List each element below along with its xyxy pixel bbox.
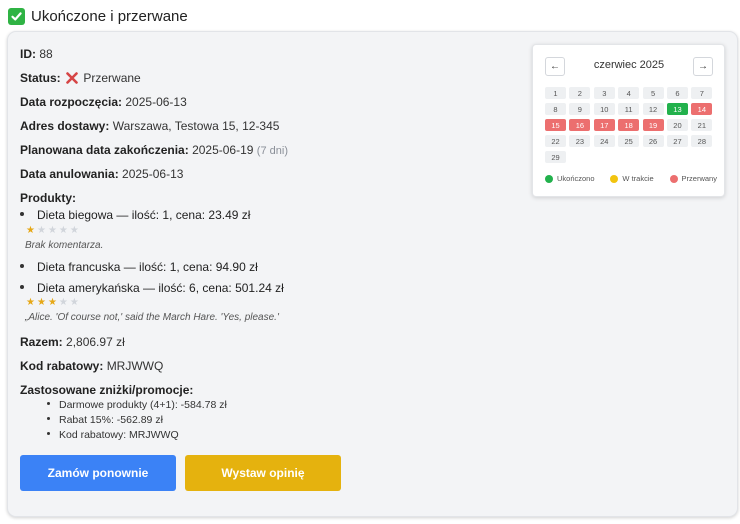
calendar-legend: Ukończono W trakcie Przerwany <box>545 174 717 183</box>
calendar-day[interactable]: 12 <box>642 103 664 115</box>
order-cancel-date: Data anulowania: 2025-06-13 <box>20 167 184 181</box>
star-icon: ★ <box>47 225 59 236</box>
calendar-day[interactable]: 14 <box>691 103 713 115</box>
star-icon: ★ <box>58 225 70 236</box>
calendar-day[interactable]: 11 <box>618 103 640 115</box>
star-icon: ★ <box>36 297 48 308</box>
legend-label: W trakcie <box>622 174 654 183</box>
calendar-day[interactable]: 26 <box>642 135 664 147</box>
calendar-prev-button[interactable]: ← <box>545 57 565 76</box>
star-icon: ★ <box>69 297 81 308</box>
section-title: Ukończone i przerwane <box>31 7 188 25</box>
star-icon: ★ <box>58 297 70 308</box>
calendar-day[interactable]: 27 <box>666 135 688 147</box>
legend-dot-icon <box>610 174 619 183</box>
checkmark-icon <box>8 7 25 25</box>
calendar-day[interactable]: 1 <box>545 87 566 99</box>
legend-item: W trakcie <box>610 174 654 183</box>
calendar-day[interactable]: 18 <box>618 119 640 131</box>
product-item: Dieta amerykańska — ilość: 6, cena: 501.… <box>20 281 284 296</box>
calendar-day[interactable]: 4 <box>618 87 640 99</box>
product-item: Dieta francuska — ilość: 1, cena: 94.90 … <box>20 260 258 275</box>
discounts-heading: Zastosowane zniżki/promocje: <box>20 383 194 397</box>
order-start-date: Data rozpoczęcia: 2025-06-13 <box>20 95 187 109</box>
calendar-day[interactable]: 16 <box>569 119 591 131</box>
calendar-next-button[interactable]: → <box>693 57 713 76</box>
product-rating: ★★★★★ <box>26 298 81 308</box>
legend-item: Ukończono <box>545 174 595 183</box>
calendar-day[interactable]: 29 <box>545 151 566 163</box>
legend-dot-icon <box>669 174 678 183</box>
legend-label: Przerwany <box>681 174 717 183</box>
star-icon: ★ <box>26 225 37 236</box>
calendar-day[interactable]: 6 <box>666 87 688 99</box>
products-heading: Produkty: <box>20 191 77 205</box>
calendar-day[interactable]: 23 <box>569 135 591 147</box>
legend-label: Ukończono <box>557 174 595 183</box>
status-value: Przerwane <box>83 71 141 85</box>
star-icon: ★ <box>26 297 37 308</box>
star-icon: ★ <box>47 297 59 308</box>
product-comment: „Alice. 'Of course not,' said the March … <box>25 312 279 323</box>
calendar-day[interactable]: 3 <box>593 87 615 99</box>
legend-item: Przerwany <box>669 174 717 183</box>
star-icon: ★ <box>36 225 48 236</box>
calendar-day[interactable]: 25 <box>618 135 640 147</box>
discount-item: Darmowe produkty (4+1): -584.78 zł <box>47 399 227 412</box>
star-icon: ★ <box>69 225 81 236</box>
calendar-day[interactable]: 19 <box>642 119 664 131</box>
order-address: Adres dostawy: Warszawa, Testowa 15, 12-… <box>20 119 280 133</box>
product-item: Dieta biegowa — ilość: 1, cena: 23.49 zł <box>20 208 250 223</box>
calendar-day[interactable]: 8 <box>545 103 566 115</box>
order-status: Status: Przerwane <box>20 71 141 88</box>
calendar-day[interactable]: 13 <box>666 103 688 115</box>
order-id: ID: 88 <box>20 47 53 61</box>
calendar-title: czerwiec 2025 <box>593 59 665 71</box>
reorder-button[interactable]: Zamów ponownie <box>20 455 176 491</box>
review-button[interactable]: Wystaw opinię <box>185 455 341 491</box>
planned-days: (7 dni) <box>256 145 288 157</box>
calendar-day[interactable]: 21 <box>691 119 713 131</box>
calendar-day[interactable]: 5 <box>642 87 664 99</box>
product-rating: ★★★★★ <box>26 226 81 236</box>
calendar-day[interactable]: 22 <box>545 135 566 147</box>
calendar-day[interactable]: 17 <box>593 119 615 131</box>
calendar-day[interactable]: 28 <box>691 135 713 147</box>
calendar-grid: 1 2 3 4 5 6 7 8 9 10 11 12 13 14 15 16 17 18 19 20 21 22 23 24 2… <box>545 87 713 163</box>
calendar-day[interactable]: 2 <box>569 87 591 99</box>
calendar: ← czerwiec 2025 → 1 2 3 4 5 6 7 8 9 10 11 12 13 14 15 1… <box>532 44 725 197</box>
section-header: Ukończone i przerwane <box>8 5 188 27</box>
calendar-day[interactable]: 9 <box>569 103 591 115</box>
calendar-day[interactable]: 20 <box>666 119 688 131</box>
calendar-day[interactable]: 15 <box>545 119 566 131</box>
order-card: ID: 88 Status: Przerwane Data rozpoczęci… <box>7 31 738 517</box>
order-discount-code: Kod rabatowy: MRJWWQ <box>20 359 164 373</box>
calendar-day[interactable]: 7 <box>691 87 713 99</box>
page: Ukończone i przerwane ID: 88 Status: Prz… <box>0 0 740 524</box>
calendar-day[interactable]: 24 <box>593 135 615 147</box>
discount-item: Rabat 15%: -562.89 zł <box>47 414 163 427</box>
product-comment: Brak komentarza. <box>25 240 104 251</box>
legend-dot-icon <box>545 174 553 183</box>
calendar-day[interactable]: 10 <box>593 103 615 115</box>
order-planned-end: Planowana data zakończenia: 2025-06-19 (… <box>20 143 288 157</box>
order-total: Razem: 2,806.97 zł <box>20 335 125 349</box>
discount-item: Kod rabatowy: MRJWWQ <box>47 429 179 442</box>
cross-icon <box>66 72 78 88</box>
